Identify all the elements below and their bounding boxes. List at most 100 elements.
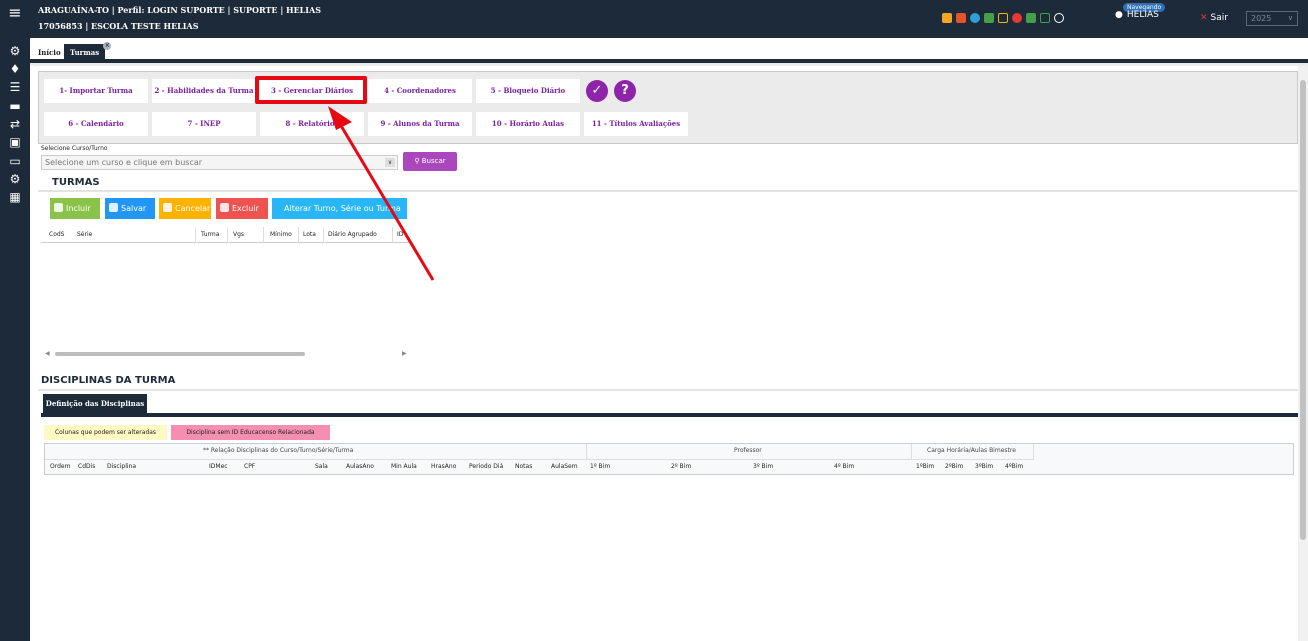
cancel-icon bbox=[163, 203, 172, 212]
logout-button[interactable]: ✕ Sair bbox=[1200, 13, 1228, 23]
close-circle-icon[interactable] bbox=[1012, 13, 1022, 23]
print-icon[interactable] bbox=[1026, 13, 1036, 23]
col-carga-bim4[interactable]: 4ºBim bbox=[1005, 463, 1023, 470]
disciplinas-grid-header: ** Relação Disciplinas do Curso/Turno/Sé… bbox=[44, 443, 1294, 475]
pie-icon[interactable] bbox=[970, 13, 980, 23]
buscar-button[interactable]: ⚲ Buscar bbox=[403, 152, 457, 171]
col-carga-bim3[interactable]: 3ºBim bbox=[975, 463, 993, 470]
course-select-placeholder: Selecione um curso e clique em buscar bbox=[45, 158, 203, 167]
check-icon[interactable]: ✓ bbox=[586, 80, 608, 102]
hscroll-thumb[interactable] bbox=[55, 352, 305, 356]
menu-icon[interactable]: ≡ bbox=[7, 5, 23, 21]
excluir-button[interactable]: Excluir bbox=[216, 198, 268, 219]
chat-icon[interactable] bbox=[984, 13, 994, 23]
user-name: HELIAS bbox=[1126, 10, 1159, 20]
buscar-label: Buscar bbox=[421, 157, 446, 165]
cancelar-label: Cancelar bbox=[175, 204, 211, 213]
left-sidebar: ≡ ⚙ ♦ ☰ ▬ ⇄ ▣ ▭ ⚙ ▦ bbox=[0, 0, 30, 641]
scroll-left-icon[interactable]: ◀ bbox=[45, 350, 50, 357]
page-scrollbar[interactable] bbox=[1298, 66, 1308, 641]
col-hrasano[interactable]: HrasAno bbox=[431, 463, 456, 470]
alterar-turma-button[interactable]: Alterar Turno, Série ou Turma bbox=[272, 198, 407, 219]
highlight-box bbox=[255, 76, 367, 104]
user-icon: ● bbox=[1115, 10, 1123, 20]
col-vgs[interactable]: Vgs bbox=[233, 231, 244, 238]
turmas-hscrollbar[interactable]: ◀ ▶ bbox=[45, 350, 410, 358]
col-min-aula[interactable]: Min Aula bbox=[391, 463, 417, 470]
col-cddis[interactable]: CdDis bbox=[78, 463, 95, 470]
tab-definicao-disciplinas[interactable]: Definição das Disciplinas bbox=[43, 394, 147, 414]
col-prof-bim2[interactable]: 2º Bim bbox=[671, 463, 691, 470]
horario-aulas-button[interactable]: 10 - Horário Aulas bbox=[476, 112, 580, 136]
scroll-right-icon[interactable]: ▶ bbox=[402, 350, 407, 357]
turmas-title: TURMAS bbox=[52, 177, 100, 188]
col-prof-bim3[interactable]: 3º Bim bbox=[753, 463, 773, 470]
course-select-label: Selecione Curso/Turno bbox=[41, 145, 108, 152]
card-icon[interactable]: ▬ bbox=[7, 99, 23, 113]
divider bbox=[38, 190, 1298, 192]
coordenadores-button[interactable]: 4 - Coordenadores bbox=[368, 79, 472, 103]
cancelar-button[interactable]: Cancelar bbox=[159, 198, 211, 219]
person-icon[interactable]: ♦ bbox=[7, 62, 23, 76]
col-ordem[interactable]: Ordem bbox=[50, 463, 70, 470]
col-minimo[interactable]: Mínimo bbox=[270, 231, 292, 238]
col-carga-bim2[interactable]: 2ºBim bbox=[945, 463, 963, 470]
relatorios-button[interactable]: 8 - Relatórios bbox=[260, 112, 364, 136]
habilidades-turma-button[interactable]: 2 - Habilidades da Turma bbox=[152, 79, 256, 103]
col-periodo-dia[interactable]: Periodo Diá bbox=[469, 463, 503, 470]
gear-icon[interactable]: ⚙ bbox=[7, 172, 23, 186]
titulos-avaliacoes-button[interactable]: 11 - Títulos Avaliações bbox=[584, 112, 688, 136]
gears-icon[interactable]: ⚙ bbox=[7, 44, 23, 58]
whatsapp-icon[interactable] bbox=[1054, 13, 1064, 23]
col-disciplina[interactable]: Disciplina bbox=[107, 463, 136, 470]
incluir-button[interactable]: Incluir bbox=[50, 198, 100, 219]
tab-turmas[interactable]: Turmas × bbox=[64, 42, 112, 63]
close-icon: ✕ bbox=[1200, 13, 1208, 23]
tab-close-icon[interactable]: × bbox=[103, 42, 112, 50]
calendario-button[interactable]: 6 - Calendário bbox=[44, 112, 148, 136]
col-idmec[interactable]: IDMec bbox=[209, 463, 228, 470]
divider bbox=[38, 389, 1298, 391]
col-serie[interactable]: Série bbox=[77, 231, 92, 238]
course-select[interactable]: Selecione um curso e clique em buscar ∨ bbox=[41, 155, 398, 170]
grid-icon[interactable]: ▦ bbox=[7, 190, 23, 204]
tab-inicio[interactable]: Início bbox=[32, 44, 67, 63]
envelope-icon[interactable] bbox=[942, 13, 952, 23]
col-prof-bim4[interactable]: 4º Bim bbox=[834, 463, 854, 470]
help-icon[interactable]: ? bbox=[614, 80, 636, 102]
col-lota[interactable]: Lota bbox=[303, 231, 316, 238]
turmas-grid-header: CodS Série Turma Vgs Mínimo Lota Diário … bbox=[41, 227, 411, 243]
col-carga-bim1[interactable]: 1ºBim bbox=[916, 463, 934, 470]
tab-turmas-label: Turmas bbox=[70, 48, 100, 57]
search-icon: ⚲ bbox=[414, 157, 422, 165]
monitor-icon[interactable]: ▭ bbox=[7, 154, 23, 168]
col-aulasem[interactable]: AulaSem bbox=[551, 463, 578, 470]
col-prof-bim1[interactable]: 1º Bim bbox=[590, 463, 610, 470]
inep-button[interactable]: 7 - INEP bbox=[152, 112, 256, 136]
user-menu[interactable]: ● HELIAS bbox=[1115, 10, 1159, 20]
table-icon[interactable] bbox=[1040, 13, 1050, 23]
list-icon[interactable]: ☰ bbox=[7, 80, 23, 94]
swap-icon[interactable]: ⇄ bbox=[7, 117, 23, 131]
bloqueio-diario-button[interactable]: 5 - Bloqueio Diário bbox=[476, 79, 580, 103]
col-aulasano[interactable]: AulasAno bbox=[346, 463, 374, 470]
header-school: 17056853 | ESCOLA TESTE HELIAS bbox=[38, 21, 199, 31]
col-turma[interactable]: Turma bbox=[201, 231, 219, 238]
header-context: ARAGUAÍNA-TO | Perfil: LOGIN SUPORTE | S… bbox=[38, 5, 322, 15]
chart-icon[interactable] bbox=[956, 13, 966, 23]
col-id[interactable]: ID bbox=[397, 231, 403, 238]
salvar-button[interactable]: Salvar bbox=[105, 198, 155, 219]
bus-icon[interactable]: ▣ bbox=[7, 135, 23, 149]
col-cods[interactable]: CodS bbox=[49, 231, 64, 238]
trash-icon bbox=[220, 203, 229, 212]
col-notas[interactable]: Notas bbox=[515, 463, 532, 470]
col-diario-agrupado[interactable]: Diário Agrupado bbox=[328, 231, 377, 238]
alunos-turma-button[interactable]: 9 - Alunos da Turma bbox=[368, 112, 472, 136]
col-cpf[interactable]: CPF bbox=[244, 463, 255, 470]
importar-turma-button[interactable]: 1- Importar Turma bbox=[44, 79, 148, 103]
year-select[interactable]: 2025 bbox=[1246, 11, 1298, 26]
expand-icon[interactable] bbox=[998, 13, 1008, 23]
excluir-label: Excluir bbox=[232, 204, 259, 213]
tab-bar: Início Turmas × bbox=[30, 38, 1308, 63]
col-sala[interactable]: Sala bbox=[315, 463, 328, 470]
